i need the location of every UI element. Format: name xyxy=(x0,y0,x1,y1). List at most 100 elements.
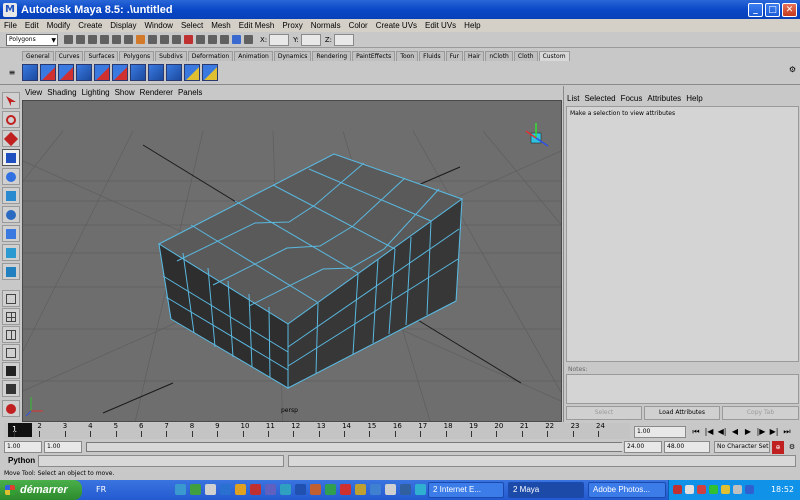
menu-file[interactable]: File xyxy=(4,21,17,30)
command-language-label[interactable]: Python xyxy=(8,456,35,465)
select-button[interactable]: Select xyxy=(566,406,642,420)
render-view-icon[interactable] xyxy=(2,400,20,417)
shelf-tool-icon[interactable] xyxy=(94,64,110,81)
shelf-tab-ncloth[interactable]: nCloth xyxy=(485,51,513,61)
shelf-tool-icon[interactable] xyxy=(76,64,92,81)
shelf-tool-icon[interactable] xyxy=(40,64,56,81)
language-indicator[interactable]: FR xyxy=(96,485,106,494)
ae-menu-list[interactable]: List xyxy=(567,94,579,103)
command-input[interactable] xyxy=(38,455,284,467)
shelf-tab-animation[interactable]: Animation xyxy=(234,51,273,61)
menu-edit-uvs[interactable]: Edit UVs xyxy=(425,21,456,30)
shelf-tab-polygons[interactable]: Polygons xyxy=(119,51,155,61)
minimize-button[interactable]: _ xyxy=(748,2,763,17)
auto-key-icon[interactable]: ⊕ xyxy=(772,441,784,454)
play-backwards-icon[interactable]: ◀ xyxy=(729,425,741,438)
snap-point-icon[interactable] xyxy=(172,35,181,44)
view-axis-icon[interactable] xyxy=(525,123,549,147)
taskbar-photoshop[interactable]: Adobe Photos... xyxy=(588,482,666,498)
maximize-button[interactable]: □ xyxy=(765,2,780,17)
z-field[interactable] xyxy=(334,33,355,46)
shelf-tab-hair[interactable]: Hair xyxy=(464,51,485,61)
tray-icon[interactable] xyxy=(673,485,682,494)
layout-graph-icon[interactable] xyxy=(2,362,20,379)
shelf-tab-curves[interactable]: Curves xyxy=(54,51,84,61)
x-field[interactable] xyxy=(269,33,290,46)
animation-end-field[interactable]: 48.00 xyxy=(664,441,710,453)
vp-menu-renderer[interactable]: Renderer xyxy=(140,88,173,97)
ae-menu-focus[interactable]: Focus xyxy=(621,94,643,103)
quicklaunch-icon[interactable] xyxy=(265,484,276,495)
shelf-tool-icon[interactable] xyxy=(184,64,200,81)
range-handle[interactable] xyxy=(87,443,623,451)
shelf-tab-painteffects[interactable]: PaintEffects xyxy=(352,51,396,61)
play-forwards-icon[interactable]: ▶ xyxy=(742,425,754,438)
shelf-tool-icon[interactable] xyxy=(58,64,74,81)
history-icon[interactable] xyxy=(196,35,205,44)
vp-menu-shading[interactable]: Shading xyxy=(47,88,76,97)
step-forward-key-icon[interactable]: ▶| xyxy=(768,425,780,438)
selection-mask-icon[interactable] xyxy=(136,35,145,44)
copy-tab-button[interactable]: Copy Tab xyxy=(722,406,799,420)
snap-curve-icon[interactable] xyxy=(160,35,169,44)
tray-icon[interactable] xyxy=(721,485,730,494)
shelf-tab-custom[interactable]: Custom xyxy=(538,51,570,61)
ae-menu-help[interactable]: Help xyxy=(686,94,702,103)
shelf-tool-icon[interactable] xyxy=(202,64,218,81)
menu-create-uvs[interactable]: Create UVs xyxy=(376,21,417,30)
new-scene-icon[interactable] xyxy=(64,35,73,44)
layout-two-icon[interactable] xyxy=(2,326,20,343)
menu-display[interactable]: Display xyxy=(110,21,136,30)
shelf-tool-icon[interactable] xyxy=(22,64,38,81)
current-frame-field[interactable]: 1.00 xyxy=(634,426,686,438)
step-back-frame-icon[interactable]: ◀| xyxy=(716,425,728,438)
input-line-icon[interactable] xyxy=(244,35,253,44)
browser-icon[interactable] xyxy=(220,484,231,495)
soft-mod-tool-icon[interactable] xyxy=(2,225,20,242)
rotate-tool-icon[interactable] xyxy=(2,168,20,185)
tray-icon[interactable] xyxy=(733,485,742,494)
vp-menu-panels[interactable]: Panels xyxy=(178,88,202,97)
animation-start-field[interactable]: 1.00 xyxy=(4,441,42,453)
layout-four-icon[interactable] xyxy=(2,308,20,325)
menu-normals[interactable]: Normals xyxy=(311,21,341,30)
scale-tool-icon[interactable] xyxy=(2,187,20,204)
menu-window[interactable]: Window xyxy=(145,21,173,30)
shelf-tab-subdivs[interactable]: Subdivs xyxy=(155,51,187,61)
taskbar-internet-explorer[interactable]: 2 Internet E... xyxy=(428,482,504,498)
vp-menu-view[interactable]: View xyxy=(25,88,42,97)
menu-select[interactable]: Select xyxy=(181,21,203,30)
manipulator-tool-icon[interactable] xyxy=(2,206,20,223)
menu-edit[interactable]: Edit xyxy=(25,21,39,30)
shelf-tab-general[interactable]: General xyxy=(22,51,54,61)
quicklaunch-icon[interactable] xyxy=(415,484,426,495)
select-tool-icon[interactable] xyxy=(2,92,20,109)
step-back-key-icon[interactable]: |◀ xyxy=(703,425,715,438)
go-to-start-icon[interactable]: ⏮ xyxy=(690,425,702,438)
maya-app-icon[interactable]: M xyxy=(3,2,17,17)
perspective-viewport[interactable]: persp xyxy=(22,100,562,422)
render-settings-icon[interactable] xyxy=(232,35,241,44)
shelf-menu-icon[interactable]: ⚙ xyxy=(789,65,796,74)
ae-menu-selected[interactable]: Selected xyxy=(584,94,615,103)
shelf-tab-deformation[interactable]: Deformation xyxy=(187,51,234,61)
quicklaunch-icon[interactable] xyxy=(280,484,291,495)
load-attributes-button[interactable]: Load Attributes xyxy=(644,406,720,420)
select-hierarchy-icon[interactable] xyxy=(100,35,109,44)
quicklaunch-icon[interactable] xyxy=(340,484,351,495)
shelf-tab-surfaces[interactable]: Surfaces xyxy=(84,51,119,61)
shelf-tab-rendering[interactable]: Rendering xyxy=(312,51,352,61)
menu-edit-mesh[interactable]: Edit Mesh xyxy=(239,21,275,30)
quicklaunch-icon[interactable] xyxy=(310,484,321,495)
show-manipulator-icon[interactable] xyxy=(2,244,20,261)
poly-cube[interactable] xyxy=(157,153,464,389)
range-slider-bar[interactable] xyxy=(86,442,623,452)
ipr-render-icon[interactable] xyxy=(220,35,229,44)
animation-prefs-icon[interactable]: ⚙ xyxy=(786,441,798,454)
shelf-tool-icon[interactable] xyxy=(112,64,128,81)
excel-icon[interactable] xyxy=(325,484,336,495)
shelf-tab-toon[interactable]: Toon xyxy=(396,51,419,61)
paint-select-tool-icon[interactable] xyxy=(2,130,20,147)
ae-menu-attributes[interactable]: Attributes xyxy=(647,94,681,103)
tray-icon[interactable] xyxy=(745,485,754,494)
